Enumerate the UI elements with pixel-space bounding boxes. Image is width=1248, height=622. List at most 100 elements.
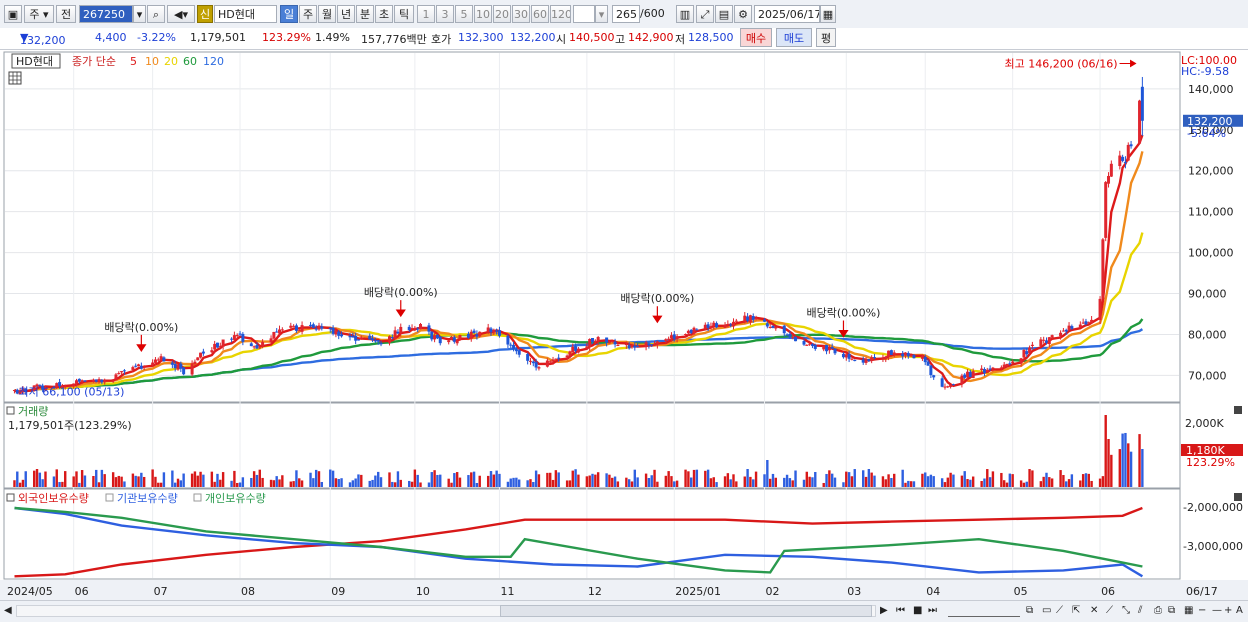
interval-30[interactable]: 30	[512, 5, 530, 23]
volume-bar	[447, 478, 450, 487]
scroll-thumb[interactable]	[500, 605, 872, 617]
scroll-right-icon[interactable]: ▶	[880, 604, 888, 618]
candle-body	[729, 324, 733, 326]
interval-1[interactable]: 1	[417, 5, 435, 23]
prev-button[interactable]: 전	[56, 5, 76, 23]
candle-body	[297, 330, 301, 332]
candle-body	[340, 334, 344, 337]
candle-body	[472, 330, 476, 333]
interval-5[interactable]: 5	[455, 5, 473, 23]
tab-period-tick[interactable]: 틱	[394, 5, 414, 23]
interval-dropdown-icon[interactable]: ▾	[595, 5, 608, 23]
volume-bar	[236, 482, 239, 487]
candle-body	[210, 350, 214, 353]
volume-bar	[986, 469, 989, 487]
sell-button[interactable]: 매도	[776, 28, 812, 47]
zoom-in-icon[interactable]: +	[1224, 604, 1232, 618]
stock-code-input[interactable]: 267250	[79, 5, 133, 23]
zoom-box-icon[interactable]: ⧉	[1026, 604, 1033, 618]
speaker-icon[interactable]: ◀▾	[167, 5, 195, 23]
tab-period-week[interactable]: 주	[299, 5, 317, 23]
settings-gear-icon[interactable]: ⚙	[734, 5, 752, 23]
diagonal-icon[interactable]: ⟋	[1106, 604, 1113, 618]
x-axis-label: 10	[416, 585, 430, 598]
copy-icon[interactable]: ⧉	[1168, 604, 1175, 618]
candle-body	[1101, 239, 1105, 299]
candle-body	[596, 337, 600, 342]
candle-body	[765, 323, 769, 327]
stop-icon[interactable]: ■	[913, 604, 922, 618]
interval-60[interactable]: 60	[531, 5, 549, 23]
table-view-icon[interactable]	[8, 71, 22, 85]
open-label: 시	[556, 33, 567, 46]
pan-icon[interactable]: ▭	[1042, 604, 1051, 618]
speed-slider[interactable]	[948, 608, 1020, 617]
channel-icon[interactable]: ⫽	[1138, 604, 1142, 618]
candle-body	[278, 329, 282, 334]
interval-custom-input[interactable]	[573, 5, 595, 23]
candle-body	[616, 345, 620, 347]
volume-bar	[472, 471, 476, 487]
candle-body	[314, 328, 318, 330]
tab-period-minute[interactable]: 분	[356, 5, 374, 23]
candle-body	[1047, 337, 1051, 345]
market-select[interactable]: 주 ▾	[24, 5, 54, 23]
candle-body	[478, 331, 482, 337]
code-dropdown-icon[interactable]: ▾	[133, 5, 146, 23]
tab-period-month[interactable]: 월	[318, 5, 336, 23]
font-size-icon[interactable]: A	[1236, 604, 1243, 618]
candle-body	[920, 356, 924, 359]
buy-button[interactable]: 매수	[740, 28, 772, 47]
stock-name-field[interactable]: HD현대	[214, 5, 277, 23]
volume-bar	[830, 473, 834, 487]
volume-bar	[64, 471, 67, 487]
tab-period-year[interactable]: 년	[337, 5, 355, 23]
play-icon[interactable]: ⏭	[928, 604, 937, 618]
volume-bar	[605, 473, 608, 487]
scroll-left-icon[interactable]: ◀	[4, 604, 12, 618]
search-icon[interactable]: ⌕	[147, 5, 165, 23]
price-tick-label: 120,000	[1188, 165, 1234, 178]
interval-120[interactable]: 120	[550, 5, 571, 23]
stock-chart[interactable]: 70,000 80,000 90,000 100,000 110,000 120,000 1…	[0, 50, 1248, 600]
volume-bar	[690, 477, 693, 487]
interval-20[interactable]: 20	[493, 5, 511, 23]
cross-icon[interactable]: ✕	[1090, 604, 1098, 618]
interval-3[interactable]: 3	[436, 5, 454, 23]
volume-bar	[413, 469, 417, 487]
date-input[interactable]: 2025/06/17	[754, 5, 820, 23]
holdings-panel-close-icon[interactable]	[1234, 493, 1242, 501]
volume-bar	[117, 475, 120, 487]
volume-bar	[712, 477, 715, 487]
candle-body	[872, 357, 876, 359]
image-icon[interactable]: ▦	[1184, 604, 1193, 618]
volume-bar	[794, 470, 797, 487]
count-input[interactable]: 265	[612, 5, 640, 23]
candle-body	[551, 359, 555, 362]
low-label: 저	[675, 33, 686, 46]
volume-panel-close-icon[interactable]	[1234, 406, 1242, 414]
rewind-icon[interactable]: ⏮	[896, 604, 905, 618]
tab-period-second[interactable]: 초	[375, 5, 393, 23]
volume-panel-toggle[interactable]	[6, 406, 15, 415]
save-icon[interactable]: ▤	[715, 5, 733, 23]
average-button[interactable]: 평	[816, 28, 836, 47]
tab-period-day[interactable]: 일	[280, 5, 298, 23]
layout-icon[interactable]: ▣	[4, 5, 22, 23]
chart-scrollbar[interactable]: ◀ ▶ ⏮ ■ ⏭ ⧉ ▭ ⟋ ⇱ ✕ ⟋ ⤡ ⫽ ⎙ ⧉ ▦ − — + A	[0, 600, 1248, 622]
interval-10[interactable]: 10	[474, 5, 492, 23]
candle-body	[1090, 319, 1094, 323]
candle-type-icon[interactable]: ▥	[676, 5, 694, 23]
zoom-out-icon[interactable]: −	[1198, 604, 1206, 618]
print-icon[interactable]: ⎙	[1154, 604, 1162, 618]
ruler-icon[interactable]: ⇱	[1072, 604, 1080, 618]
candle-body	[269, 338, 273, 343]
indicator-icon[interactable]: ⤢	[696, 5, 714, 23]
trend-line-icon[interactable]: ⟋	[1056, 604, 1063, 618]
volume-bar	[749, 476, 752, 487]
ray-icon[interactable]: ⤡	[1122, 604, 1130, 618]
candle-body	[545, 360, 549, 367]
volume-bar	[58, 482, 61, 487]
calendar-icon[interactable]: ▦	[820, 5, 836, 23]
holdings-panel-toggle[interactable]	[6, 493, 15, 502]
